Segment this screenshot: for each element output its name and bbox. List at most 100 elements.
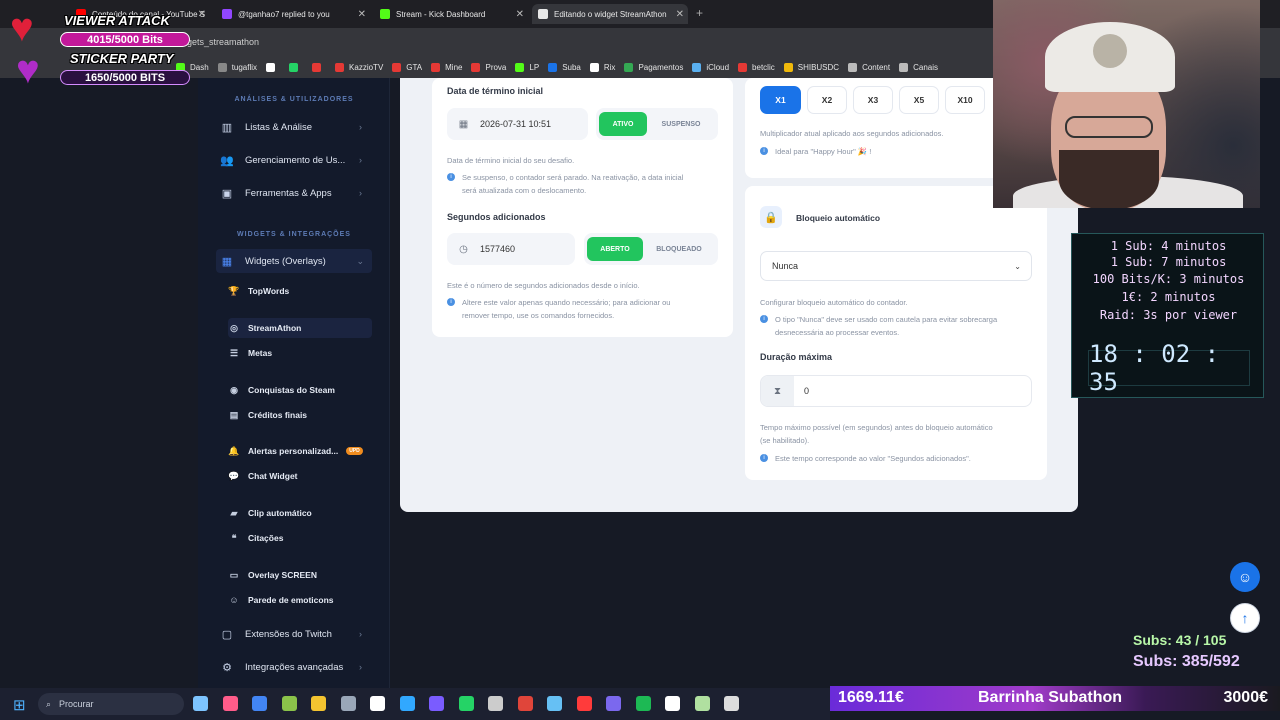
bookmark-item[interactable]: SHIBUSDC (783, 62, 839, 72)
bookmark-item[interactable]: iCloud (692, 62, 730, 72)
subitem-label: Chat Widget (248, 471, 298, 481)
close-icon[interactable]: ✕ (358, 9, 366, 20)
rate-line: 1 Sub: 7 minutos (1110, 255, 1227, 269)
taskbar-app-icon[interactable] (399, 696, 415, 711)
sidebar-item-lists[interactable]: ▥ Listas & Análise › (220, 115, 370, 139)
active-toggle-button[interactable]: ATIVO (599, 112, 647, 136)
taskbar-app-icon[interactable] (193, 696, 208, 711)
close-icon[interactable]: ✕ (676, 9, 684, 20)
multiplier-x2-button[interactable]: X2 (807, 86, 847, 114)
bookmark-item[interactable]: Canais (899, 62, 938, 72)
taskbar-app-icon[interactable] (576, 696, 592, 711)
sidebar-item-widgets[interactable]: ▦ Widgets (Overlays) ⌄ (216, 249, 372, 273)
windows-start-icon[interactable]: ⊞ (13, 696, 26, 714)
taskbar-search[interactable]: ⌕ Procurar (38, 693, 184, 715)
bookmark-item[interactable]: Suba (548, 62, 581, 72)
tab-kick[interactable]: Stream - Kick Dashboard ✕ (374, 4, 528, 24)
sidebar-subitem-steam[interactable]: ◉ Conquistas do Steam (228, 380, 372, 400)
multiplier-x3-button[interactable]: X3 (853, 86, 893, 114)
sidebar-item-tools[interactable]: ▣ Ferramentas & Apps › (220, 181, 370, 205)
close-icon[interactable]: ✕ (516, 9, 524, 20)
bookmark-item[interactable]: betclic (738, 62, 775, 72)
taskbar-app-icon[interactable] (606, 696, 621, 711)
tab-streamathon[interactable]: Editando o widget StreamAthon ✕ (532, 4, 688, 24)
close-icon[interactable]: ✕ (198, 9, 206, 20)
tab-label: Editando o widget StreamAthon (554, 9, 667, 19)
chevron-down-icon: ⌄ (356, 255, 364, 266)
bookmark-label: Content (862, 62, 891, 72)
sidebar-item-twitch-extensions[interactable]: ▢ Extensões do Twitch › (220, 622, 370, 646)
sidebar-subitem-metas[interactable]: ☰ Metas (228, 343, 372, 363)
sidebar-subitem-streamathon[interactable]: ◎ StreamAthon (228, 318, 372, 338)
taskbar-app-icon[interactable] (252, 696, 267, 711)
bookmark-item[interactable]: KazzioTV (335, 62, 383, 72)
suspended-toggle-button[interactable]: SUSPENSO (647, 112, 715, 136)
sidebar-subitem-overlay-screen[interactable]: ▭ Overlay SCREEN (228, 565, 372, 585)
sidebar-item-integrations[interactable]: ⚙ Integrações avançadas › (220, 655, 370, 679)
taskbar-app-icon[interactable] (458, 696, 474, 711)
help-line: (se habilitado). (760, 436, 810, 445)
taskbar-app-icon[interactable] (370, 696, 385, 711)
auto-lock-select[interactable]: Nunca ⌄ (760, 251, 1032, 281)
taskbar-app-icon[interactable] (694, 696, 710, 711)
taskbar-app-icon[interactable] (665, 696, 680, 711)
bookmark-icon (312, 62, 322, 72)
multiplier-x10-button[interactable]: X10 (945, 86, 985, 114)
section-analytics: ANÁLISES & UTILIZADORES (234, 96, 354, 103)
sidebar-subitem-clip[interactable]: ▰ Clip automático (228, 503, 372, 523)
bookmark-label: iCloud (706, 62, 730, 72)
bookmark-icon (289, 62, 299, 72)
bookmark-item[interactable] (289, 62, 303, 72)
bookmark-item[interactable] (266, 62, 280, 72)
bookmark-item[interactable]: GTA (392, 62, 422, 72)
viewer-attack-overlay: ♥ VIEWER ATTACK 4015/5000 Bits ♥ STICKER… (10, 8, 190, 90)
sidebar-subitem-credits[interactable]: ▤ Créditos finais (228, 405, 372, 425)
sidebar-subitem-quotes[interactable]: ❝ Citações (228, 528, 372, 548)
taskbar-app-icon[interactable] (547, 696, 562, 711)
new-tab-icon[interactable]: + (696, 6, 703, 20)
open-toggle-button[interactable]: ABERTO (587, 237, 643, 261)
bookmark-label: Mine (445, 62, 463, 72)
taskbar-app-icon[interactable] (222, 696, 238, 711)
taskbar-app-icon[interactable] (340, 696, 356, 711)
bookmark-item[interactable]: tugaflix (217, 62, 258, 72)
bookmark-item[interactable]: Mine (431, 62, 463, 72)
taskbar-app-icon[interactable] (429, 696, 444, 711)
bookmark-item[interactable]: LP (515, 62, 539, 72)
taskbar-app-icon[interactable] (517, 696, 533, 711)
sidebar-subitem-emotes[interactable]: ☺ Parede de emoticons (228, 590, 372, 610)
bookmark-label: tugaflix (231, 62, 258, 72)
scroll-top-icon[interactable]: ↑ (1230, 603, 1260, 633)
end-date-toggle: ATIVO SUSPENSO (596, 108, 718, 140)
multiplier-x1-button[interactable]: X1 (760, 86, 801, 114)
added-seconds-info: i Altere este valor apenas quando necess… (447, 296, 670, 322)
auto-lock-info: i O tipo "Nunca" deve ser usado com caut… (760, 313, 997, 339)
taskbar-app-icon[interactable] (724, 696, 739, 711)
sidebar-subitem-chat[interactable]: 💬 Chat Widget (228, 466, 372, 486)
locked-toggle-button[interactable]: BLOQUEADO (643, 237, 715, 261)
taskbar-app-icon[interactable] (488, 696, 503, 711)
bookmark-label: Dash (190, 62, 209, 72)
max-duration-input[interactable]: ⧗ 0 (760, 375, 1032, 407)
sidebar-subitem-topwords[interactable]: 🏆 TopWords (228, 281, 372, 301)
auto-lock-value: Nunca (772, 261, 799, 271)
chevron-right-icon: › (359, 188, 362, 198)
bot-icon[interactable]: ☺ (1230, 562, 1260, 592)
bookmark-item[interactable]: Rix (589, 62, 615, 72)
taskbar-app-icon[interactable] (311, 696, 326, 711)
end-date-input[interactable]: ▦ 2026-07-31 10:51 (447, 108, 588, 140)
bookmark-item[interactable] (312, 62, 326, 72)
sidebar-item-label: Listas & Análise (245, 121, 313, 133)
info-line: remover tempo, use os comandos fornecido… (462, 311, 615, 320)
sidebar-subitem-alerts[interactable]: 🔔 Alertas personalizad... UPD (228, 441, 372, 461)
bookmark-item[interactable]: Content (848, 62, 891, 72)
taskbar-app-icon[interactable] (635, 696, 651, 711)
bookmark-item[interactable]: Prova (471, 62, 506, 72)
tab-twitch[interactable]: @tganhao7 replied to you ✕ (216, 4, 370, 24)
added-seconds-input[interactable]: ◷ 1577460 (447, 233, 575, 265)
bookmark-item[interactable]: Pagamentos (624, 62, 683, 72)
bookmark-icon (217, 62, 227, 72)
taskbar-app-icon[interactable] (281, 696, 297, 711)
sidebar-item-users[interactable]: 👥 Gerenciamento de Us... › (220, 148, 370, 172)
multiplier-x5-button[interactable]: X5 (899, 86, 939, 114)
